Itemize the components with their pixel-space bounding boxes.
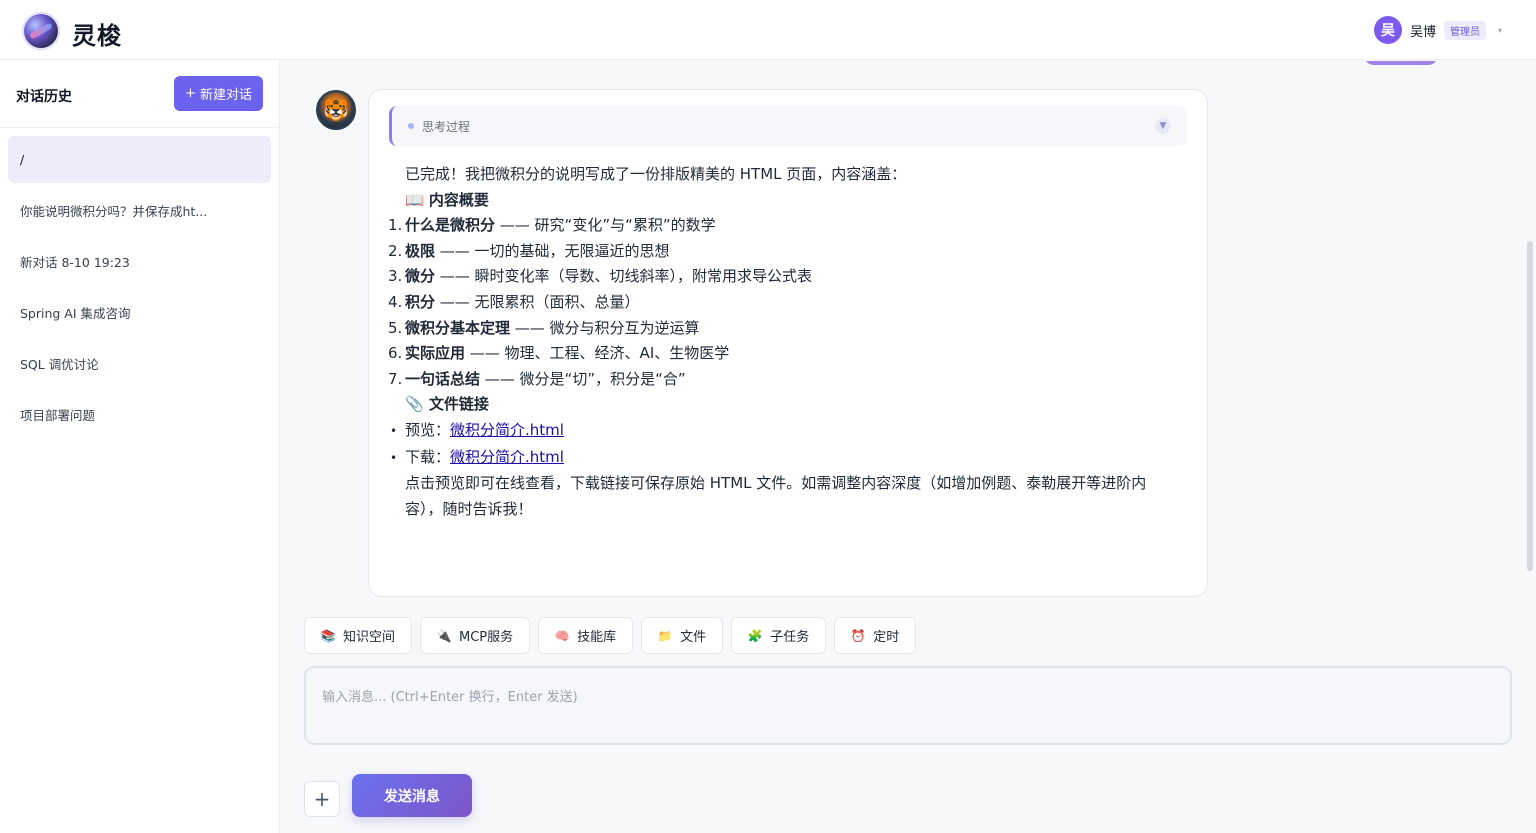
conversation-item[interactable]: SQL 调优讨论 xyxy=(8,340,271,387)
new-conversation-button[interactable]: + 新建对话 xyxy=(174,76,263,111)
new-conversation-label: 新建对话 xyxy=(199,88,252,103)
conversation-item[interactable]: 项目部署问题 xyxy=(8,391,271,438)
outro-text: 点击预览即可在线查看，下载链接可保存原始 HTML 文件。如需调整内容深度（如增… xyxy=(405,474,1147,518)
brain-icon: 🧠 xyxy=(554,628,570,643)
books-icon: 📚 xyxy=(320,628,336,643)
expand-toggle-icon[interactable]: ▼ xyxy=(1155,118,1171,134)
plus-icon: + xyxy=(185,86,196,101)
role-badge: 管理员 xyxy=(1443,20,1486,40)
preview-link[interactable]: 微积分简介.html xyxy=(450,421,564,439)
thinking-panel[interactable]: 思考过程 ▼ xyxy=(389,106,1187,146)
previous-message-stub xyxy=(1364,61,1438,65)
alarm-icon: ⏰ xyxy=(850,628,866,643)
intro-text: 已完成！我把微积分的说明写成了一份排版精美的 HTML 页面，内容涵盖： xyxy=(405,165,907,183)
tool-scheduled[interactable]: ⏰ 定时 xyxy=(834,617,917,654)
app-name: 灵梭 xyxy=(72,22,122,50)
plug-icon: 🔌 xyxy=(436,628,452,643)
user-name: 吴博 xyxy=(1409,24,1436,40)
chat-area: 🐯 思考过程 ▼ 已完成！我把微积分的说明写成了一份排版精美的 HTML 页面，… xyxy=(281,61,1536,601)
tool-skill-library[interactable]: 🧠 技能库 xyxy=(538,617,634,654)
links-heading: 📎 文件链接 xyxy=(405,395,489,414)
thinking-label: 思考过程 xyxy=(422,119,471,134)
conversation-item[interactable]: Spring AI 集成咨询 xyxy=(8,289,271,336)
overview-heading: 📖 内容概要 xyxy=(405,190,489,209)
conversation-list: / 你能说明微积分吗？并保存成ht... 新对话 8-10 19:23 Spri… xyxy=(0,128,279,450)
message-input[interactable] xyxy=(306,668,1510,743)
list-item: 7. 一句话总结 —— 微分是“切”，积分是“合” xyxy=(388,369,686,388)
sidebar-header: 对话历史 + 新建对话 xyxy=(0,60,279,128)
tool-bar: 📚 知识空间 🔌 MCP服务 🧠 技能库 📁 文件 🧩 子任务 ⏰ 定时 xyxy=(304,617,917,654)
list-item: 1. 什么是微积分 —— 研究“变化”与“累积”的数学 xyxy=(388,216,716,235)
list-item: 3. 微分 —— 瞬时变化率（导数、切线斜率），附常用求导公式表 xyxy=(388,267,813,286)
conversation-item[interactable]: / xyxy=(8,136,271,183)
paperclip-icon: 📎 xyxy=(405,395,424,414)
attach-button[interactable]: + xyxy=(304,781,340,817)
top-bar: 灵梭 吴 吴博 管理员 ▾ xyxy=(0,0,1536,60)
book-icon: 📖 xyxy=(405,190,424,209)
tiger-icon: 🐯 xyxy=(323,98,349,122)
folder-icon: 📁 xyxy=(657,628,673,643)
list-item: 2. 极限 —— 一切的基础，无限逼近的思想 xyxy=(388,241,670,260)
app-logo[interactable] xyxy=(22,12,60,50)
avatar[interactable]: 吴 xyxy=(1373,16,1402,44)
sidebar-title: 对话历史 xyxy=(16,89,72,105)
message-input-box xyxy=(304,666,1512,745)
tool-files[interactable]: 📁 文件 xyxy=(641,617,724,654)
list-item: 5. 微积分基本定理 —— 微分与积分互为逆运算 xyxy=(388,318,700,337)
assistant-message: 思考过程 ▼ 已完成！我把微积分的说明写成了一份排版精美的 HTML 页面，内容… xyxy=(368,89,1208,597)
dot-icon xyxy=(408,123,414,129)
chevron-down-icon[interactable]: ▾ xyxy=(1498,26,1502,35)
message-content: 已完成！我把微积分的说明写成了一份排版精美的 HTML 页面，内容涵盖： 📖 内… xyxy=(369,162,1189,522)
list-item: 6. 实际应用 —— 物理、工程、经济、AI、生物医学 xyxy=(388,344,730,363)
scrollbar[interactable] xyxy=(1527,241,1533,571)
link-item: • 下载：微积分简介.html xyxy=(390,447,564,466)
sidebar: 对话历史 + 新建对话 / 你能说明微积分吗？并保存成ht... 新对话 8-1… xyxy=(0,60,280,833)
assistant-avatar: 🐯 xyxy=(316,90,356,130)
tool-mcp-service[interactable]: 🔌 MCP服务 xyxy=(420,617,531,654)
conversation-item[interactable]: 新对话 8-10 19:23 xyxy=(8,238,271,285)
tool-knowledge-space[interactable]: 📚 知识空间 xyxy=(304,617,413,654)
tool-subtasks[interactable]: 🧩 子任务 xyxy=(731,617,827,654)
puzzle-icon: 🧩 xyxy=(747,628,763,643)
download-link[interactable]: 微积分简介.html xyxy=(450,448,564,466)
user-menu[interactable]: 吴 吴博 管理员 ▾ xyxy=(1373,16,1502,44)
send-button[interactable]: 发送消息 xyxy=(352,774,472,817)
conversation-item[interactable]: 你能说明微积分吗？并保存成ht... xyxy=(8,187,271,234)
link-item: • 预览：微积分简介.html xyxy=(390,420,564,439)
list-item: 4. 积分 —— 无限累积（面积、总量） xyxy=(388,292,640,311)
